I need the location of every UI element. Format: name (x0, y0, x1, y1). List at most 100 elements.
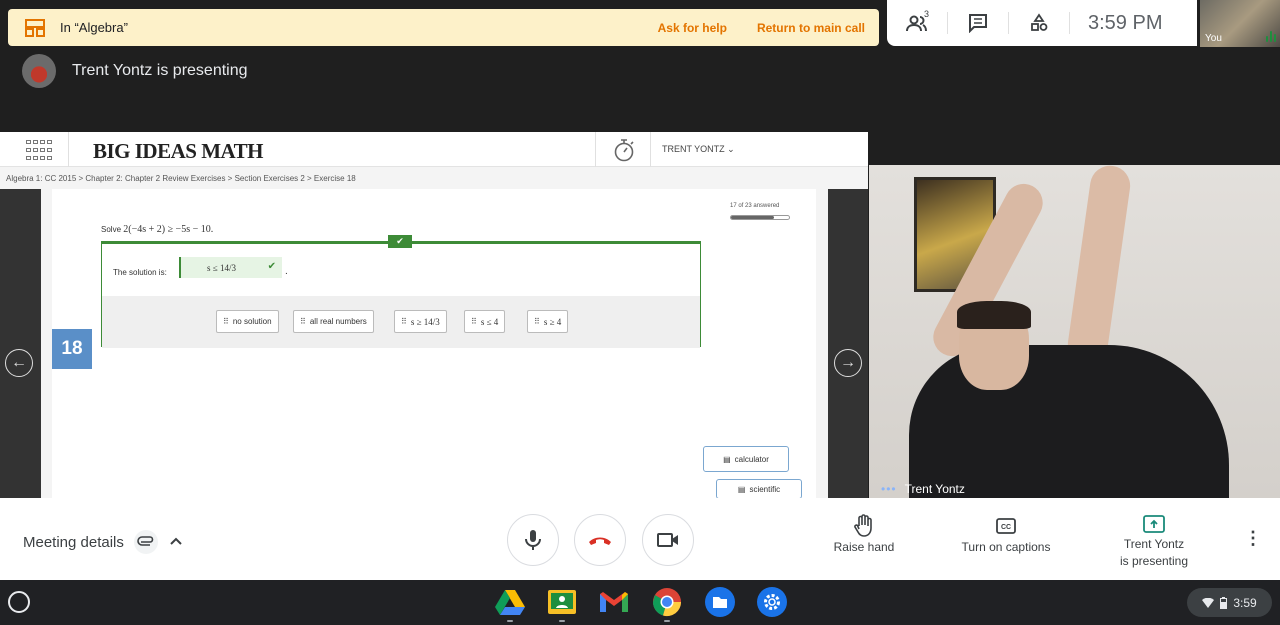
more-options-icon[interactable]: ⋮ (1244, 528, 1262, 549)
ask-for-help-button[interactable]: Ask for help (658, 21, 727, 35)
end-call-icon (589, 537, 611, 545)
stopwatch-icon[interactable] (613, 138, 635, 162)
apps-grid-icon[interactable] (26, 140, 56, 162)
raise-hand-button[interactable]: Raise hand (828, 512, 900, 554)
status-tray[interactable]: 3:59 (1187, 588, 1272, 617)
presenter-text: Trent Yontz is presenting (72, 62, 248, 79)
participant-name: Trent Yontz (904, 482, 965, 496)
calculator-label: calculator (734, 454, 769, 464)
google-drive-icon[interactable] (495, 587, 525, 622)
choice-all-real-numbers[interactable]: ⠿ all real numbers (293, 310, 374, 333)
presenter-avatar (22, 54, 56, 88)
gmail-icon[interactable] (599, 587, 629, 617)
microphone-icon (525, 530, 541, 550)
divider (1069, 12, 1070, 34)
video-person-hair (957, 301, 1031, 329)
captions-icon: CC (996, 518, 1016, 534)
calculator-icon: ▤ (723, 454, 731, 464)
choice-no-solution[interactable]: ⠿ no solution (216, 310, 279, 333)
divider (650, 132, 651, 167)
launcher-icon[interactable] (8, 591, 30, 613)
big-ideas-math-logo: BIG IDEAS MATH (93, 139, 263, 163)
breakout-room-name: In “Algebra” (60, 20, 128, 35)
meeting-details-label: Meeting details (23, 533, 124, 551)
return-to-main-call-button[interactable]: Return to main call (757, 21, 865, 35)
progress-bar (730, 215, 790, 220)
drag-handle-icon: ⠿ (471, 317, 477, 326)
speaking-indicator-icon: ••• (881, 482, 897, 496)
presenter-banner: Trent Yontz is presenting (22, 54, 248, 88)
breakout-room-icon (25, 18, 45, 37)
scientific-label: scientific (749, 484, 781, 494)
attachment-icon (133, 530, 158, 554)
choice-label: all real numbers (309, 317, 367, 326)
choice-s-le-4[interactable]: ⠿ s ≤ 4 (464, 310, 506, 333)
drag-handle-icon: ⠿ (401, 317, 407, 326)
activities-icon (1031, 13, 1048, 31)
meeting-top-widget: 3 3:59 PM (887, 0, 1197, 46)
microphone-button[interactable] (507, 514, 559, 566)
progress-text: 17 of 23 answered (730, 203, 780, 209)
answer-drop-slot[interactable]: s ≤ 14/3 ✔ (179, 257, 282, 278)
answer-value: s ≤ 14/3 (207, 262, 236, 273)
choice-s-ge-14-3[interactable]: ⠿ s ≥ 14/3 (394, 310, 447, 333)
user-menu[interactable]: TRENT YONTZ ⌄ (662, 144, 735, 155)
calculator-icon: ▤ (737, 484, 746, 494)
captions-label: Turn on captions (961, 540, 1051, 554)
breadcrumb: Algebra 1: CC 2015 > Chapter 2: Chapter … (6, 174, 356, 183)
shelf-clock: 3:59 (1233, 595, 1257, 610)
files-icon[interactable] (705, 587, 735, 617)
captions-button[interactable]: CC Turn on captions (950, 512, 1062, 554)
previous-arrow-icon[interactable]: ← (5, 349, 33, 377)
divider (595, 132, 596, 167)
chat-button[interactable] (948, 0, 1008, 46)
self-video-tile[interactable]: You (1200, 0, 1280, 47)
people-button[interactable]: 3 (887, 0, 947, 46)
meeting-details-button[interactable]: Meeting details (23, 530, 184, 554)
next-panel: → (828, 189, 868, 498)
svg-text:CC: CC (1001, 524, 1011, 531)
settings-icon[interactable] (757, 587, 787, 617)
drag-handle-icon: ⠿ (223, 317, 229, 326)
divider (68, 132, 69, 167)
camera-icon (657, 533, 678, 547)
participant-count: 3 (924, 9, 930, 19)
choice-label: s ≥ 14/3 (410, 316, 440, 327)
participant-name-tag: ••• Trent Yontz (881, 482, 965, 496)
google-classroom-icon[interactable] (547, 587, 577, 622)
audio-level-icon (1266, 31, 1276, 42)
exercise-prompt: Solve 2(−4s + 2) ≥ −5s − 10. (101, 224, 213, 235)
chrome-icon[interactable] (652, 587, 682, 622)
chromeos-shelf: 3:59 (0, 580, 1280, 625)
drag-handle-icon: ⠿ (300, 317, 306, 326)
self-label: You (1205, 33, 1222, 44)
wifi-icon (1202, 597, 1215, 608)
choice-label: no solution (232, 317, 272, 326)
scientific-button[interactable]: ▤ scientific (716, 479, 802, 498)
running-indicator (507, 620, 513, 622)
breakout-room-bar: In “Algebra” Ask for help Return to main… (8, 9, 879, 46)
choice-s-ge-4[interactable]: ⠿ s ≥ 4 (527, 310, 569, 333)
exercise-panel: 17 of 23 answered Solve 2(−4s + 2) ≥ −5s… (52, 189, 816, 498)
exercise-number: 18 (52, 329, 92, 369)
answer-period: . (285, 266, 288, 277)
meeting-controls: Meeting details Raise hand CC Turn on ca… (0, 498, 1280, 580)
presenting-button[interactable]: Trent Yontz is presenting (1110, 512, 1198, 570)
bim-header: BIG IDEAS MATH TRENT YONTZ ⌄ (0, 132, 868, 167)
presenting-line-1: Trent Yontz (1123, 537, 1185, 551)
participant-tile[interactable]: ••• Trent Yontz (869, 165, 1280, 498)
choice-label: s ≥ 4 (543, 316, 562, 327)
present-screen-icon (1143, 515, 1165, 533)
activities-button[interactable] (1009, 0, 1069, 46)
choice-label: s ≤ 4 (480, 316, 499, 327)
question-box: The solution is: s ≤ 14/3 ✔ . ⠿ no soluti… (101, 241, 701, 348)
running-indicator (559, 620, 565, 622)
prompt-prefix: Solve (101, 225, 124, 234)
end-call-button[interactable] (574, 514, 626, 566)
next-arrow-icon[interactable]: → (834, 349, 862, 377)
camera-button[interactable] (642, 514, 694, 566)
calculator-button[interactable]: ▤ calculator (703, 446, 789, 472)
answered-check-icon: ✔ (388, 235, 412, 248)
chevron-up-icon[interactable] (168, 534, 184, 550)
progress-fill (731, 216, 774, 219)
